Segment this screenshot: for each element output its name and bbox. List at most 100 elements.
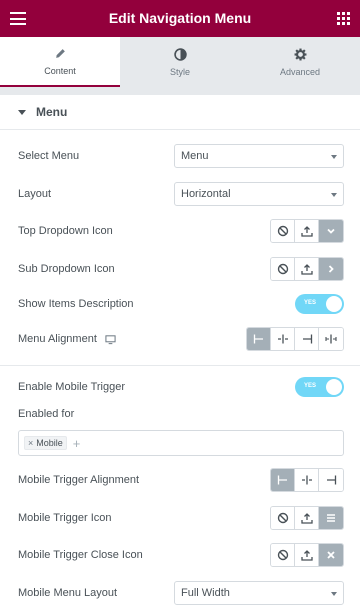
upload-icon xyxy=(300,513,313,524)
enabled-for-row: Enabled for xyxy=(18,402,344,426)
show-items-description-label: Show Items Description xyxy=(18,298,134,310)
upload-option[interactable] xyxy=(295,220,319,242)
align-right-option[interactable] xyxy=(295,328,319,350)
select-menu-row: Select Menu Menu xyxy=(18,144,344,168)
mobile-trigger-close-icon-row: Mobile Trigger Close Icon xyxy=(18,543,344,567)
toggle-on-text: YES xyxy=(304,300,317,306)
icon-library-option[interactable] xyxy=(319,258,343,280)
enabled-for-select[interactable]: × Mobile + xyxy=(18,430,344,456)
close-icon xyxy=(327,551,335,559)
layout-value: Horizontal xyxy=(181,188,231,200)
chevron-down-icon xyxy=(331,592,337,596)
upload-icon xyxy=(300,550,313,561)
device-tag: × Mobile xyxy=(24,436,67,450)
none-option[interactable] xyxy=(271,258,295,280)
caret-down-icon xyxy=(18,109,26,115)
align-left-option[interactable] xyxy=(271,469,295,491)
mobile-trigger-alignment-label: Mobile Trigger Alignment xyxy=(18,474,140,486)
toggle-on-text: YES xyxy=(304,383,317,389)
section-divider xyxy=(0,365,360,366)
align-start-icon xyxy=(253,334,263,344)
tab-style[interactable]: Style xyxy=(120,37,240,87)
align-center-icon xyxy=(301,475,312,485)
align-end-icon xyxy=(327,475,337,485)
show-items-description-toggle[interactable]: YES xyxy=(295,294,344,314)
sub-dropdown-icon-picker xyxy=(270,257,344,281)
align-stretch-icon xyxy=(325,334,337,344)
layout-row: Layout Horizontal xyxy=(18,182,344,206)
add-tag-icon[interactable]: + xyxy=(73,436,81,451)
desktop-icon[interactable] xyxy=(105,334,116,345)
upload-option[interactable] xyxy=(295,507,319,529)
gear-icon xyxy=(294,48,306,60)
mobile-menu-layout-row: Mobile Menu Layout Full Width xyxy=(18,581,344,605)
panel-tabs: Content Style Advanced xyxy=(0,37,360,87)
chevron-down-icon xyxy=(331,193,337,197)
mobile-menu-layout-label: Mobile Menu Layout xyxy=(18,587,118,599)
align-justify-option[interactable] xyxy=(319,328,343,350)
top-dropdown-icon-picker xyxy=(270,219,344,243)
toggle-knob xyxy=(326,379,342,395)
panel-header: Edit Navigation Menu xyxy=(0,0,360,37)
upload-icon xyxy=(300,226,313,237)
select-menu-dropdown[interactable]: Menu xyxy=(174,144,344,168)
align-center-option[interactable] xyxy=(271,328,295,350)
ban-icon xyxy=(277,549,288,561)
align-left-option[interactable] xyxy=(247,328,271,350)
contrast-icon xyxy=(173,47,187,61)
none-option[interactable] xyxy=(271,220,295,242)
mobile-trigger-close-icon-picker xyxy=(270,543,344,567)
icon-library-option[interactable] xyxy=(319,507,343,529)
remove-tag-icon[interactable]: × xyxy=(28,438,33,448)
device-tag-label: Mobile xyxy=(36,438,63,448)
none-option[interactable] xyxy=(271,507,295,529)
upload-option[interactable] xyxy=(295,544,319,566)
layout-dropdown[interactable]: Horizontal xyxy=(174,182,344,206)
align-center-option[interactable] xyxy=(295,469,319,491)
upload-icon xyxy=(300,264,313,275)
mobile-menu-layout-value: Full Width xyxy=(181,587,230,599)
sub-dropdown-icon-label: Sub Dropdown Icon xyxy=(18,263,115,275)
tab-advanced-label: Advanced xyxy=(279,66,321,77)
align-center-icon xyxy=(277,334,288,344)
section-menu-header[interactable]: Menu xyxy=(0,95,360,130)
mobile-trigger-alignment-picker xyxy=(270,468,344,492)
ban-icon xyxy=(277,263,288,275)
tab-content-label: Content xyxy=(44,65,76,76)
none-option[interactable] xyxy=(271,544,295,566)
enable-mobile-trigger-toggle[interactable]: YES xyxy=(295,377,344,397)
show-items-description-row: Show Items Description YES xyxy=(18,292,344,316)
chevron-down-icon xyxy=(327,228,335,234)
icon-library-option[interactable] xyxy=(319,544,343,566)
bars-icon xyxy=(327,514,335,522)
toggle-knob xyxy=(326,296,342,312)
grid-icon[interactable] xyxy=(337,12,350,25)
align-right-option[interactable] xyxy=(319,469,343,491)
menu-alignment-label: Menu Alignment xyxy=(18,333,97,345)
mobile-trigger-icon-picker xyxy=(270,506,344,530)
mobile-menu-layout-dropdown[interactable]: Full Width xyxy=(174,581,344,605)
menu-alignment-picker xyxy=(246,327,344,351)
top-dropdown-icon-row: Top Dropdown Icon xyxy=(18,219,344,243)
tab-style-label: Style xyxy=(169,66,190,77)
layout-label: Layout xyxy=(18,188,52,200)
upload-option[interactable] xyxy=(295,258,319,280)
chevron-right-icon xyxy=(328,265,334,273)
enable-mobile-trigger-label: Enable Mobile Trigger xyxy=(18,381,126,393)
tab-content[interactable]: Content xyxy=(0,37,120,87)
tabs-separator xyxy=(0,87,360,95)
mobile-trigger-icon-row: Mobile Trigger Icon xyxy=(18,506,344,530)
ban-icon xyxy=(277,225,288,237)
align-start-icon xyxy=(277,475,287,485)
pencil-icon xyxy=(55,48,65,58)
panel-title: Edit Navigation Menu xyxy=(108,10,252,26)
menu-alignment-row: Menu Alignment xyxy=(18,327,344,351)
chevron-down-icon xyxy=(331,155,337,159)
icon-library-option[interactable] xyxy=(319,220,343,242)
tab-advanced[interactable]: Advanced xyxy=(240,37,360,87)
mobile-trigger-close-icon-label: Mobile Trigger Close Icon xyxy=(18,549,143,561)
align-end-icon xyxy=(302,334,312,344)
select-menu-value: Menu xyxy=(181,150,209,162)
mobile-trigger-alignment-row: Mobile Trigger Alignment xyxy=(18,468,344,492)
enabled-for-label: Enabled for xyxy=(18,408,75,420)
